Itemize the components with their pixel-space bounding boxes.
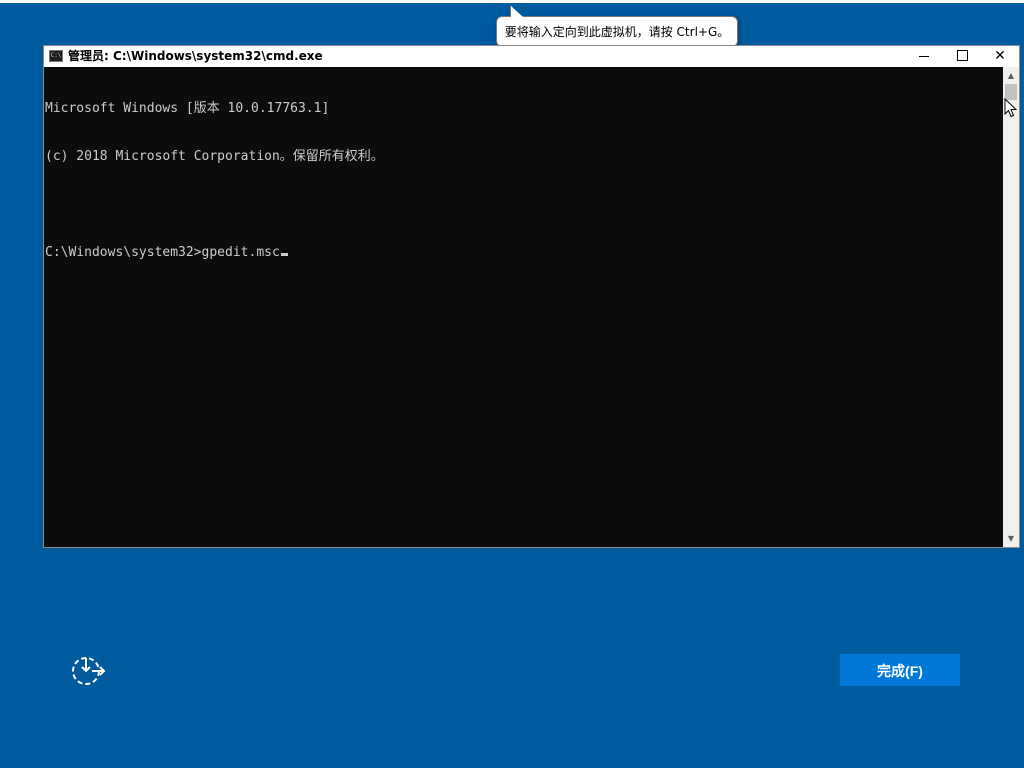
window-title: 管理员: C:\Windows\system32\cmd.exe bbox=[68, 49, 323, 63]
screen-top-edge bbox=[0, 0, 1024, 3]
scroll-down-arrow-icon[interactable]: ▼ bbox=[1003, 530, 1019, 547]
console-prompt-command: C:\Windows\system32>gpedit.msc bbox=[45, 245, 280, 260]
tooltip-tail bbox=[511, 6, 523, 17]
vertical-scrollbar[interactable]: ▲ ▼ bbox=[1003, 67, 1019, 547]
cmd-window[interactable]: C:\ 管理员: C:\Windows\system32\cmd.exe ✕ M… bbox=[43, 45, 1020, 548]
minimize-button[interactable] bbox=[905, 46, 943, 67]
cmd-titlebar[interactable]: C:\ 管理员: C:\Windows\system32\cmd.exe ✕ bbox=[44, 46, 1019, 67]
input-redirect-tooltip: 要将输入定向到此虚拟机，请按 Ctrl+G。 bbox=[496, 16, 738, 47]
console-line-version: Microsoft Windows [版本 10.0.17763.1] bbox=[45, 101, 330, 116]
minimize-icon bbox=[919, 55, 929, 57]
close-button[interactable]: ✕ bbox=[981, 46, 1019, 67]
maximize-icon bbox=[956, 49, 968, 61]
close-icon: ✕ bbox=[994, 48, 1006, 64]
done-button[interactable]: 完成(F) bbox=[840, 654, 960, 686]
mouse-pointer-icon bbox=[1004, 98, 1018, 118]
accessibility-icon[interactable] bbox=[70, 654, 106, 688]
console-output[interactable]: Microsoft Windows [版本 10.0.17763.1] (c) … bbox=[44, 67, 1004, 547]
text-cursor bbox=[280, 253, 288, 256]
console-line-copyright: (c) 2018 Microsoft Corporation。保留所有权利。 bbox=[45, 149, 384, 164]
console-prompt-line[interactable]: C:\Windows\system32>gpedit.msc bbox=[45, 245, 1004, 261]
tooltip-text: 要将输入定向到此虚拟机，请按 Ctrl+G。 bbox=[504, 25, 730, 39]
cmd-app-icon[interactable]: C:\ bbox=[49, 50, 63, 62]
cmd-app-icon-glyph: C:\ bbox=[50, 52, 62, 59]
maximize-button[interactable] bbox=[943, 46, 981, 67]
scroll-up-arrow-icon[interactable]: ▲ bbox=[1003, 67, 1019, 84]
